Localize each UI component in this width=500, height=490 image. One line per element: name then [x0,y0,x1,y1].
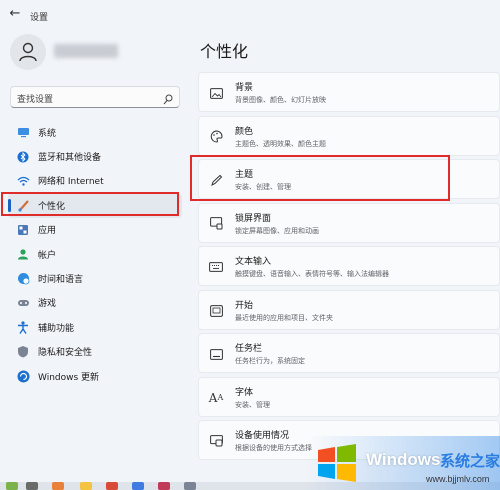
search-icon[interactable] [163,91,173,110]
font-icon: AA [208,390,224,405]
sidebar-item-gaming[interactable]: 游戏 [8,291,182,315]
card-title: 设备使用情况 [235,431,290,441]
taskbar-app-icon[interactable] [6,482,18,490]
sidebar-item-accessibility[interactable]: 辅助功能 [8,315,182,339]
card-start[interactable]: 开始 最近使用的应用和项目、文件夹 [198,289,500,330]
accessibility-icon [16,320,30,334]
card-subtitle: 根据设备的使用方式选择 [235,444,312,452]
device-usage-icon [209,434,223,448]
taskbar-app-icon[interactable] [184,482,196,490]
card-subtitle: 锁定屏幕图像、应用和动画 [235,226,319,235]
shield-icon [16,345,30,359]
taskbar-app-icon[interactable] [80,482,92,490]
card-subtitle: 主题色、透明效果、颜色主题 [235,139,326,148]
account-icon [16,247,30,261]
card-fonts[interactable]: AA 字体 安装、管理 [198,376,500,417]
card-colors[interactable]: 颜色 主题色、透明效果、颜色主题 [198,115,500,156]
taskbar-app-icon[interactable] [26,482,38,490]
sidebar-item-accounts[interactable]: 帐户 [8,242,182,266]
card-taskbar[interactable]: 任务栏 任务栏行为，系统固定 [198,333,500,373]
update-icon [16,369,30,383]
sidebar-item-label: 帐户 [38,250,57,261]
palette-icon [209,130,223,144]
person-icon [19,42,37,62]
card-subtitle: 背景图像、颜色、幻灯片放映 [235,96,326,104]
sidebar-item-label: 时间和语言 [38,275,84,286]
sidebar-item-privacy[interactable]: 隐私和安全性 [8,340,182,364]
card-title: 锁屏界面 [235,213,272,224]
gamepad-icon [16,296,30,310]
sidebar-item-label: Windows 更新 [38,372,100,383]
bluetooth-icon [16,150,30,164]
taskbar-app-icon[interactable] [132,482,144,490]
avatar[interactable] [10,34,46,70]
system-icon [16,125,30,139]
sidebar-item-label: 网络和 Internet [38,177,104,188]
windows-logo-icon [318,444,356,482]
sidebar-item-label: 应用 [38,226,57,237]
card-subtitle: 任务栏行为，系统固定 [235,357,305,365]
card-title: 任务栏 [235,344,263,354]
watermark: Windows 系统之家 www.bjjmlv.com [306,436,500,490]
card-background[interactable]: 背景 背景图像、颜色、幻灯片放映 [198,72,500,112]
card-subtitle: 安装、管理 [235,400,270,409]
card-title: 文本输入 [235,257,272,267]
sidebar-item-time-language[interactable]: 时间和语言 [8,266,182,290]
apps-icon [16,223,30,237]
globe-clock-icon [16,272,30,286]
card-title: 开始 [235,300,254,311]
sidebar-item-network[interactable]: 网络和 Internet [8,169,182,193]
highlight-box-personalization [1,192,179,216]
watermark-brand: Windows [366,450,441,469]
page-title: 个性化 [200,42,249,61]
start-icon [209,304,223,318]
taskbar-icon [209,347,223,361]
title-bar: ← 设置 [0,0,500,30]
settings-window: ← 设置 查找设置 系统 蓝牙和其他设备 网络和 Internet 个性化 应用… [0,0,500,482]
sidebar-item-label: 辅助功能 [38,323,75,334]
highlight-box-themes [190,155,450,201]
sidebar-item-bluetooth[interactable]: 蓝牙和其他设备 [8,144,182,168]
sidebar-item-label: 系统 [38,128,57,139]
search-box[interactable]: 查找设置 [10,86,180,108]
taskbar-app-icon[interactable] [106,482,118,490]
sidebar-item-apps[interactable]: 应用 [8,218,182,242]
taskbar-app-icon[interactable] [52,482,64,490]
card-text-input[interactable]: 文本输入 触摸键盘、语音输入、表情符号等、输入法编辑器 [198,246,500,286]
wifi-icon [16,174,30,188]
sidebar-nav: 系统 蓝牙和其他设备 网络和 Internet 个性化 应用 帐户 时间和语言 [8,120,182,388]
card-subtitle: 触摸键盘、语音输入、表情符号等、输入法编辑器 [235,270,389,278]
sidebar-item-label: 蓝牙和其他设备 [38,153,102,164]
app-title: 设置 [30,13,49,23]
taskbar-app-icon[interactable] [158,482,170,490]
picture-icon [209,86,223,100]
card-title: 背景 [235,83,254,93]
card-title: 字体 [235,387,254,398]
keyboard-icon [209,260,223,274]
watermark-cn: 系统之家 [440,453,500,470]
lock-screen-icon [209,217,223,231]
sidebar-item-label: 游戏 [38,299,57,310]
settings-cards: 背景 背景图像、颜色、幻灯片放映 颜色 主题色、透明效果、颜色主题 主题 安装、… [198,72,500,464]
card-subtitle: 最近使用的应用和项目、文件夹 [235,313,333,322]
card-title: 颜色 [235,126,254,137]
sidebar-item-label: 隐私和安全性 [38,348,93,359]
sidebar-item-system[interactable]: 系统 [8,120,182,144]
user-name-blurred [54,44,118,58]
watermark-url: www.bjjmlv.com [426,474,490,484]
back-arrow-icon[interactable]: ← [8,7,22,21]
card-lock-screen[interactable]: 锁屏界面 锁定屏幕图像、应用和动画 [198,202,500,243]
sidebar-item-windows-update[interactable]: Windows 更新 [8,364,182,388]
search-input[interactable]: 查找设置 [17,92,53,105]
